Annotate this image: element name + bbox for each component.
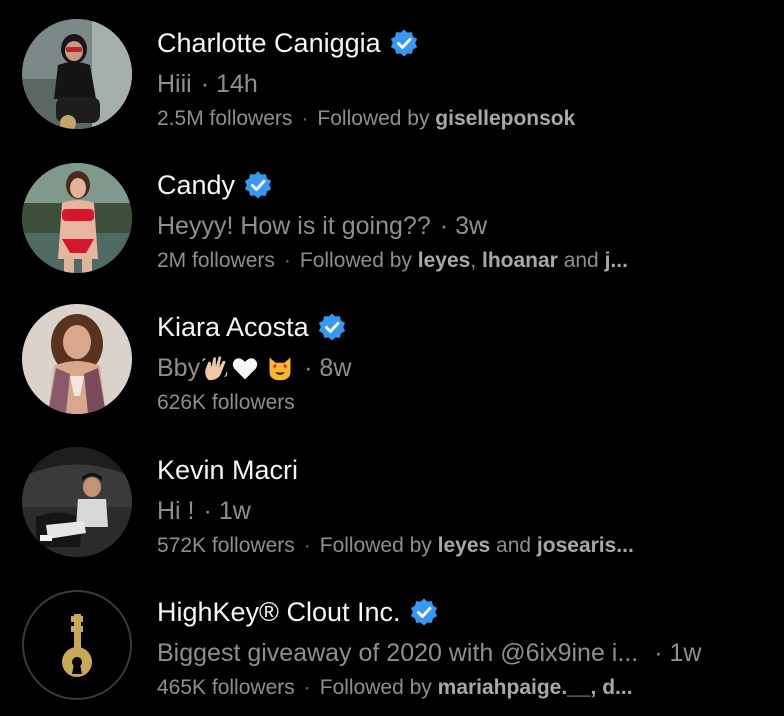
verified-badge-icon — [244, 171, 272, 199]
waving-hand-emoji-icon — [202, 356, 228, 381]
followed-by-label: Followed by — [319, 676, 438, 699]
separator-dot: · — [301, 107, 309, 130]
conversation-row-kiara-acosta[interactable]: Kiara Acosta Bby · 8w 626K followers — [0, 289, 784, 431]
conversation-row-charlotte-caniggia[interactable]: Charlotte Caniggia Hiii · 14h 2.5M follo… — [0, 5, 784, 147]
separator-dot: · — [203, 496, 212, 525]
message-time: 1w — [669, 638, 702, 667]
message-time: 1w — [218, 496, 251, 525]
followed-by-user: josearis... — [536, 534, 634, 557]
profile-photo — [22, 19, 132, 129]
followed-by-user: leyes — [417, 249, 471, 272]
white-heart-emoji-icon — [232, 358, 258, 380]
last-message: Bby — [157, 353, 201, 382]
followed-by-user: leyes — [437, 534, 491, 557]
separator-dot: · — [200, 69, 210, 98]
followed-by-label: Followed by — [317, 107, 436, 130]
last-message: Biggest giveaway of 2020 with @6ix9ine i… — [157, 638, 639, 667]
separator-dot: · — [654, 638, 663, 667]
contact-name: Kevin Macri — [157, 454, 299, 485]
key-logo-icon — [62, 614, 92, 677]
followed-by-users: mariahpaige.__, d... — [437, 676, 633, 699]
follower-count: 2M followers — [157, 249, 275, 272]
conversation-row-highkey-clout[interactable]: HighKey® Clout Inc. Biggest giveaway of … — [0, 574, 784, 716]
separator-dot: · — [303, 534, 311, 557]
followed-by-user: j... — [604, 249, 628, 272]
verified-badge-icon — [318, 313, 345, 341]
contact-name: Charlotte Caniggia — [157, 27, 381, 58]
avatar[interactable] — [22, 19, 132, 129]
last-message: Heyyy! How is it going?? — [157, 211, 431, 240]
follower-count: 2.5M followers — [157, 107, 293, 130]
contact-name: Candy — [157, 169, 236, 200]
contact-name: Kiara Acosta — [157, 311, 309, 342]
verified-badge-icon — [390, 29, 417, 57]
followed-by-users: giselleponsok — [435, 107, 576, 130]
followed-by-user: lhoanar — [482, 249, 558, 272]
message-time: 14h — [216, 69, 258, 98]
avatar[interactable] — [22, 163, 132, 273]
followed-by-and: and — [490, 534, 537, 557]
conversation-row-kevin-macri[interactable]: Kevin Macri Hi ! · 1w 572K followers · F… — [0, 432, 784, 574]
followed-by-comma: , — [470, 249, 482, 272]
follower-count: 572K followers — [157, 534, 295, 557]
avatar[interactable] — [22, 447, 132, 557]
conversation-row-candy[interactable]: Candy Heyyy! How is it going?? · 3w 2M f… — [0, 147, 784, 289]
profile-photo — [22, 163, 132, 273]
followed-by-and: and — [557, 249, 605, 272]
follower-count: 626K followers — [157, 391, 295, 414]
message-time: 3w — [455, 211, 488, 240]
message-time: 8w — [319, 353, 352, 382]
last-message: Hi ! — [157, 496, 195, 525]
separator-dot: · — [283, 249, 291, 272]
followed-by-label: Followed by — [299, 249, 418, 272]
separator-dot: · — [439, 211, 449, 240]
separator-dot: · — [304, 353, 313, 382]
heart-eyes-cat-emoji-icon — [269, 357, 291, 381]
avatar[interactable] — [22, 590, 132, 700]
follower-count: 465K followers — [157, 676, 295, 699]
verified-badge-icon — [410, 598, 437, 626]
last-message: Hiii — [157, 69, 192, 98]
separator-dot: · — [303, 676, 311, 699]
contact-name: HighKey® Clout Inc. — [157, 596, 401, 627]
profile-photo — [22, 447, 132, 557]
avatar[interactable] — [22, 304, 132, 414]
followed-by-label: Followed by — [319, 534, 438, 557]
profile-photo — [22, 304, 132, 414]
